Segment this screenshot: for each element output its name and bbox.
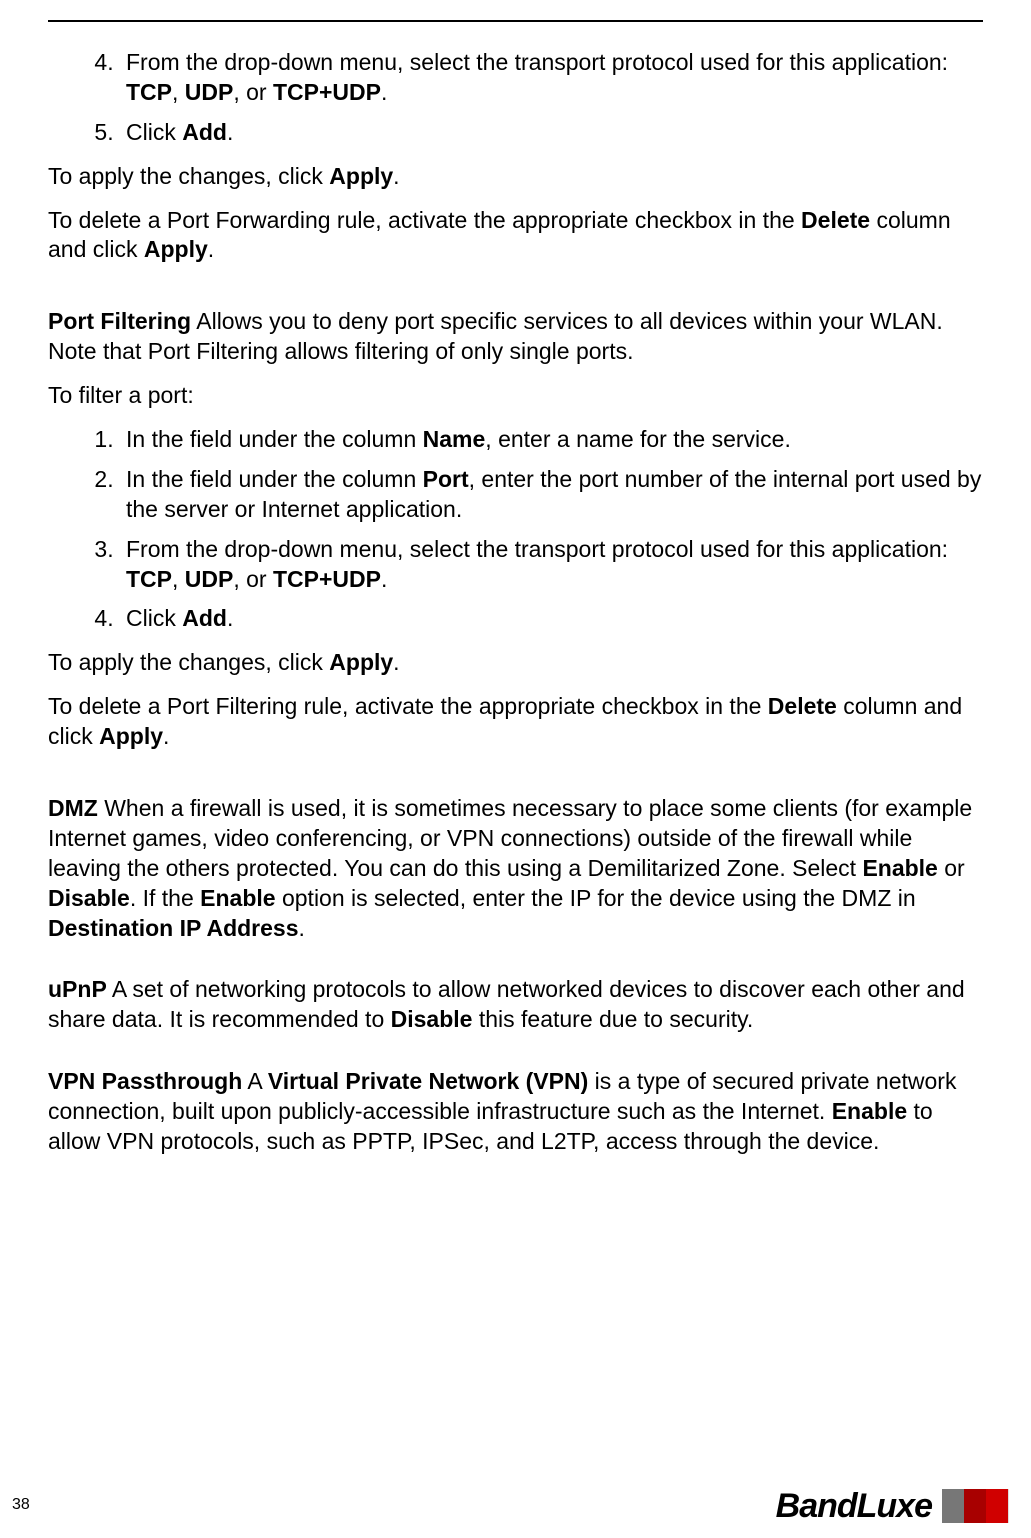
ordered-list-port-forwarding-cont: From the drop-down menu, select the tran… [48, 48, 983, 148]
paragraph-delete-b: To delete a Port Filtering rule, activat… [48, 692, 983, 752]
text: Click [126, 119, 182, 145]
bold-text: UDP [185, 566, 234, 592]
bold-text: Port [423, 466, 469, 492]
section-title: DMZ [48, 795, 98, 821]
text: . [381, 79, 387, 105]
paragraph-vpn: VPN Passthrough A Virtual Private Networ… [48, 1067, 983, 1157]
bold-text: TCP [126, 566, 172, 592]
text: , or [233, 566, 273, 592]
brand-bars-icon [942, 1486, 1031, 1526]
text: . [208, 236, 214, 262]
text: . If the [130, 885, 200, 911]
text: In the field under the column [126, 426, 423, 452]
list-item: Click Add. [120, 604, 983, 634]
section-title: uPnP [48, 976, 107, 1002]
text: . [299, 915, 305, 941]
text: . [381, 566, 387, 592]
list-item: From the drop-down menu, select the tran… [120, 48, 983, 108]
bold-text: Add [182, 605, 227, 631]
text: . [393, 649, 399, 675]
bold-text: Delete [768, 693, 837, 719]
top-divider [48, 20, 983, 22]
text: or [938, 855, 965, 881]
bold-text: Destination IP Address [48, 915, 299, 941]
list-item: In the field under the column Name, ente… [120, 425, 983, 455]
text: From the drop-down menu, select the tran… [126, 536, 948, 562]
bold-text: TCP+UDP [273, 566, 381, 592]
document-page: From the drop-down menu, select the tran… [0, 0, 1031, 1538]
text: , enter a name for the service. [485, 426, 791, 452]
bold-text: Apply [329, 649, 393, 675]
text: . [163, 723, 169, 749]
bold-text: Enable [200, 885, 275, 911]
text: In the field under the column [126, 466, 423, 492]
text: To delete a Port Filtering rule, activat… [48, 693, 768, 719]
section-title: Port Filtering [48, 308, 191, 334]
text: , [172, 566, 185, 592]
bold-text: TCP [126, 79, 172, 105]
text: When a firewall is used, it is sometimes… [48, 795, 972, 881]
text: To filter a port: [48, 382, 194, 408]
text: Click [126, 605, 182, 631]
brand-logo: BandLuxe [776, 1486, 1031, 1526]
list-item: From the drop-down menu, select the tran… [120, 535, 983, 595]
bold-text: Enable [832, 1098, 907, 1124]
brand-text: BandLuxe [776, 1484, 932, 1528]
paragraph-apply-b: To apply the changes, click Apply. [48, 648, 983, 678]
page-footer: 38 BandLuxe [0, 1486, 1031, 1526]
paragraph-to-filter: To filter a port: [48, 381, 983, 411]
text: A [242, 1068, 268, 1094]
text: option is selected, enter the IP for the… [276, 885, 916, 911]
text: . [227, 119, 233, 145]
text: , [172, 79, 185, 105]
text: . [227, 605, 233, 631]
bold-text: Apply [144, 236, 208, 262]
paragraph-delete-a: To delete a Port Forwarding rule, activa… [48, 206, 983, 266]
bold-text: Disable [48, 885, 130, 911]
bold-text: Name [423, 426, 486, 452]
paragraph-port-filtering: Port Filtering Allows you to deny port s… [48, 307, 983, 367]
paragraph-upnp: uPnP A set of networking protocols to al… [48, 975, 983, 1035]
text: To apply the changes, click [48, 649, 329, 675]
ordered-list-port-filtering: In the field under the column Name, ente… [48, 425, 983, 634]
list-item: In the field under the column Port, ente… [120, 465, 983, 525]
bold-text: Apply [329, 163, 393, 189]
text: this feature due to security. [472, 1006, 753, 1032]
list-item: Click Add. [120, 118, 983, 148]
section-title: VPN Passthrough [48, 1068, 242, 1094]
bold-text: Delete [801, 207, 870, 233]
bold-text: Add [182, 119, 227, 145]
text: . [393, 163, 399, 189]
text: From the drop-down menu, select the tran… [126, 49, 948, 75]
bold-text: Disable [391, 1006, 473, 1032]
text: To delete a Port Forwarding rule, activa… [48, 207, 801, 233]
bold-text: UDP [185, 79, 234, 105]
paragraph-apply-a: To apply the changes, click Apply. [48, 162, 983, 192]
bold-text: TCP+UDP [273, 79, 381, 105]
bold-text: Apply [99, 723, 163, 749]
text: To apply the changes, click [48, 163, 329, 189]
text: , or [233, 79, 273, 105]
bold-text: Enable [862, 855, 937, 881]
paragraph-dmz: DMZ When a firewall is used, it is somet… [48, 794, 983, 943]
bold-text: Virtual Private Network (VPN) [268, 1068, 588, 1094]
page-number: 38 [12, 1495, 30, 1516]
